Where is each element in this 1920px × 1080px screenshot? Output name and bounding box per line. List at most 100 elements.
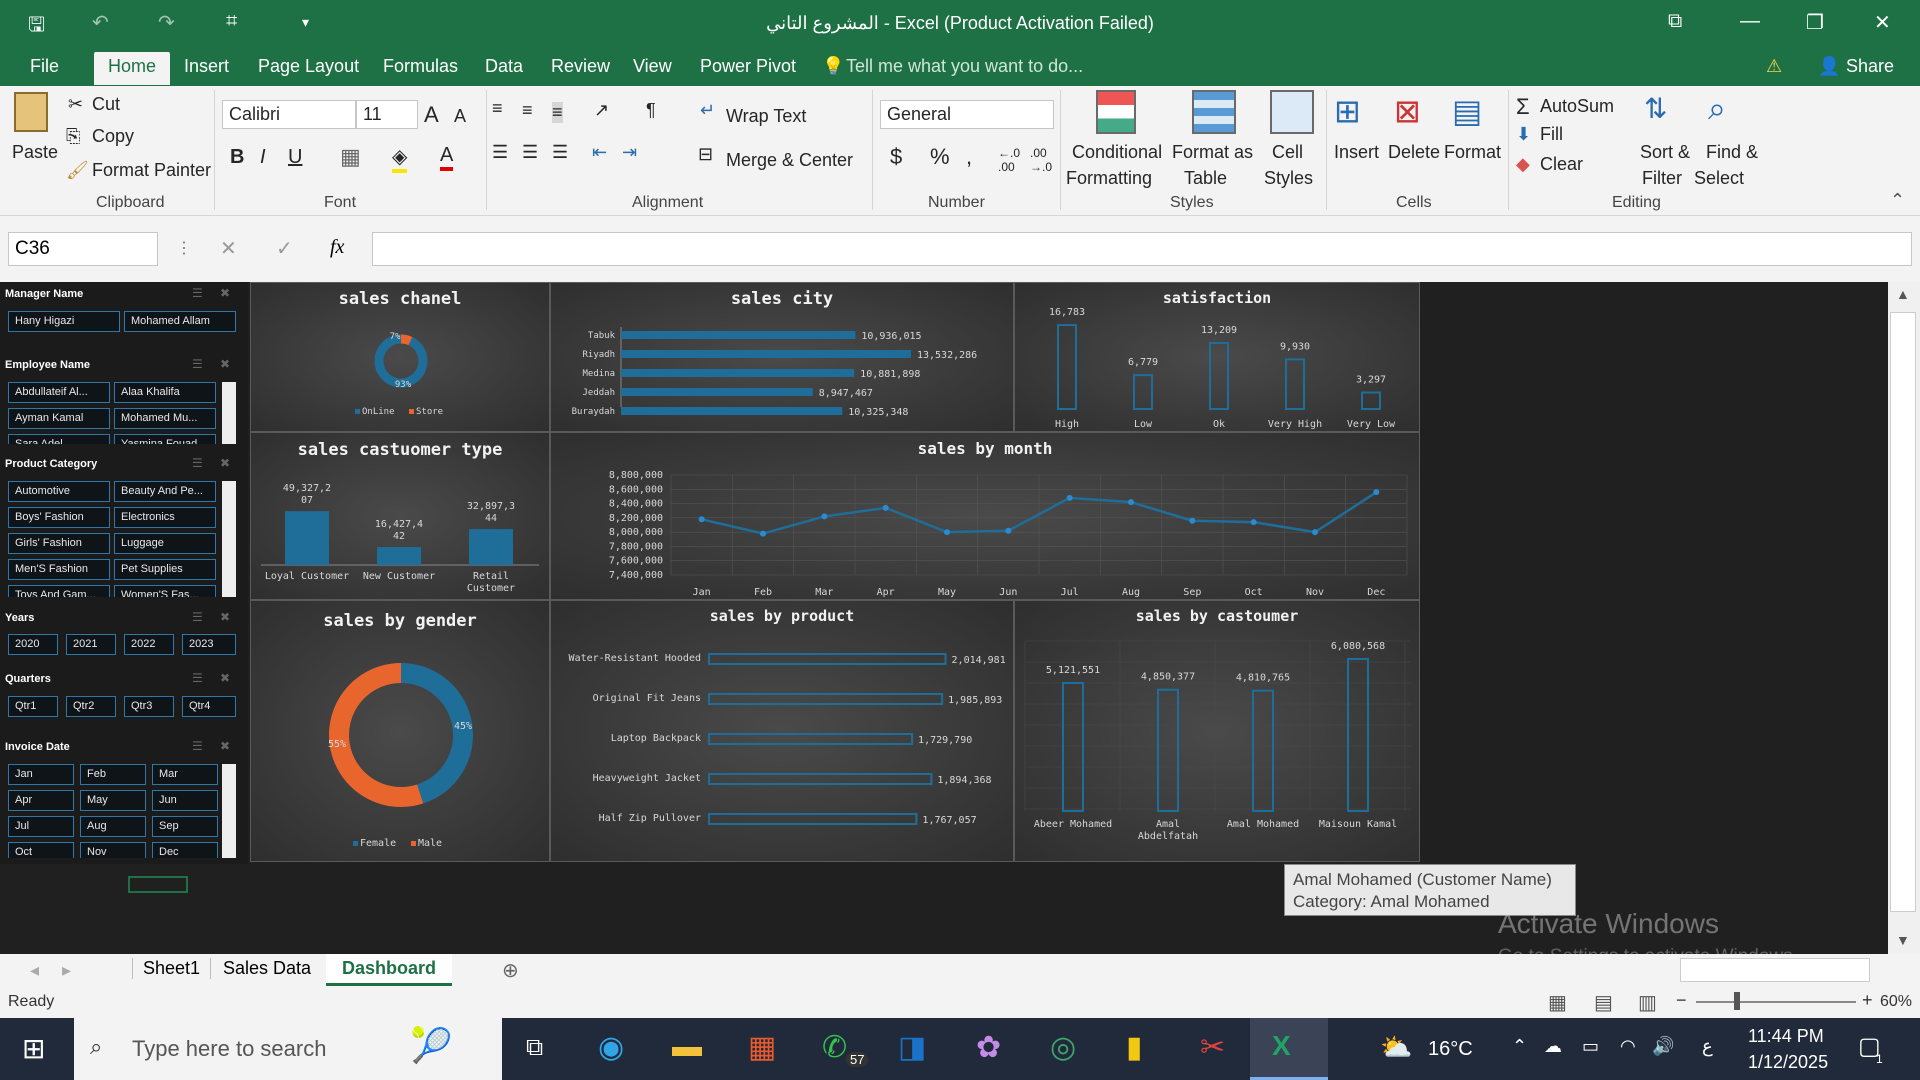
enter-icon[interactable]: ✓	[276, 236, 293, 261]
slicer-item[interactable]: Qtr1	[8, 696, 58, 717]
currency-icon[interactable]: $	[890, 144, 902, 170]
table-label[interactable]: Table	[1184, 168, 1227, 189]
filter-label[interactable]: Filter	[1642, 168, 1682, 189]
tab-dashboard[interactable]: Dashboard	[326, 954, 453, 986]
delete-button[interactable]: Delete	[1388, 142, 1440, 163]
slicer-item[interactable]: Jun	[152, 790, 218, 811]
formatting-label[interactable]: Formatting	[1066, 168, 1152, 189]
active-cell[interactable]	[128, 876, 188, 893]
temperature[interactable]: 16°C	[1428, 1038, 1473, 1061]
increase-decimal-icon[interactable]: ←.0.00	[998, 146, 1020, 174]
tab-view[interactable]: View	[633, 56, 672, 77]
vertical-scrollbar[interactable]: ▲ ▼	[1888, 282, 1920, 954]
font-color-icon[interactable]: A	[440, 144, 454, 171]
slicer-item[interactable]: Luggage	[114, 533, 216, 554]
clock-date[interactable]: 1/12/2025	[1748, 1052, 1828, 1073]
grow-font-icon[interactable]: A	[424, 102, 439, 128]
restore-icon[interactable]: ❐	[1806, 10, 1824, 35]
slicer-item[interactable]: Jul	[8, 816, 74, 837]
slicer-item[interactable]: 2022	[124, 634, 174, 655]
insert-cells-icon[interactable]: ⊞	[1334, 92, 1361, 130]
close-icon[interactable]: ✕	[1874, 10, 1891, 35]
zoom-in-icon[interactable]: +	[1862, 990, 1873, 1011]
fill-button[interactable]: Fill	[1540, 124, 1563, 145]
clear-button[interactable]: Clear	[1540, 154, 1583, 175]
slicer-item[interactable]: Girls' Fashion	[8, 533, 110, 554]
select-label[interactable]: Select	[1694, 168, 1744, 189]
tab-power-pivot[interactable]: Power Pivot	[700, 56, 796, 77]
slicer-item[interactable]: Jan	[8, 764, 74, 785]
align-middle-icon[interactable]: ≡	[522, 100, 533, 121]
sort-filter-icon[interactable]: ⇅	[1644, 92, 1667, 125]
cell-styles-icon[interactable]	[1270, 90, 1314, 134]
slicer-item[interactable]: Ayman Kamal	[8, 408, 110, 429]
zoom-slider[interactable]	[1696, 1001, 1856, 1003]
slicer-item[interactable]: Mar	[152, 764, 218, 785]
onedrive-icon[interactable]: ☁	[1544, 1036, 1562, 1057]
slicer-scrollbar[interactable]	[222, 481, 236, 597]
volume-icon[interactable]: 🔊	[1652, 1036, 1674, 1057]
slicer-item[interactable]: Apr	[8, 790, 74, 811]
file-explorer-icon[interactable]: ▬	[672, 1030, 702, 1064]
slicer-item[interactable]: 2021	[66, 634, 116, 655]
weather-icon[interactable]: ⛅	[1380, 1032, 1412, 1063]
tab-review[interactable]: Review	[551, 56, 610, 77]
tab-sales-data[interactable]: Sales Data	[210, 958, 311, 979]
slicer-item[interactable]: Men'S Fashion	[8, 559, 110, 580]
clear-filter-icon[interactable]: ✖	[220, 286, 230, 300]
clear-filter-icon[interactable]: ✖	[220, 610, 230, 624]
tab-home[interactable]: Home	[94, 52, 171, 85]
tell-me-input[interactable]: Tell me what you want to do...	[846, 56, 1083, 77]
fill-color-icon[interactable]: ◈	[392, 144, 408, 173]
orientation-icon[interactable]: ↗	[594, 100, 609, 121]
scroll-down-icon[interactable]: ▼	[1896, 932, 1910, 948]
copilot-icon[interactable]: ✿	[976, 1030, 1001, 1065]
prev-sheet-icon[interactable]: ◂	[30, 960, 39, 981]
clear-icon[interactable]: ◆	[1516, 154, 1530, 175]
taskbar-search[interactable]: ⌕ Type here to search 🎾	[74, 1018, 502, 1080]
slicer-scrollbar[interactable]	[222, 764, 236, 858]
conditional-button[interactable]: Conditional	[1072, 142, 1162, 163]
power-bi-icon[interactable]: ▮	[1126, 1030, 1143, 1065]
number-format-select[interactable]: General	[880, 100, 1054, 129]
wrap-text-button[interactable]: Wrap Text	[726, 106, 806, 127]
formula-input[interactable]	[372, 232, 1912, 266]
cut-icon[interactable]: ✂	[68, 94, 83, 115]
fill-icon[interactable]: ⬇	[1516, 124, 1531, 145]
show-hidden-icons[interactable]: ⌃	[1512, 1036, 1527, 1057]
comma-icon[interactable]: ,	[966, 144, 972, 170]
align-top-icon[interactable]: ≡	[492, 98, 503, 119]
next-sheet-icon[interactable]: ▸	[62, 960, 71, 981]
slicer-item[interactable]: Qtr4	[182, 696, 236, 717]
multi-select-icon[interactable]: ☰	[192, 610, 203, 624]
slicer-item[interactable]: Beauty And Pe...	[114, 481, 216, 502]
language-indicator[interactable]: ع	[1702, 1036, 1713, 1057]
slicer-item[interactable]: Alaa Khalifa	[114, 382, 216, 403]
cell-button[interactable]: Cell	[1272, 142, 1303, 163]
insert-function-button[interactable]: fx	[330, 236, 344, 259]
increase-indent-icon[interactable]: ⇥	[622, 142, 637, 163]
outlook-icon[interactable]: ◨	[898, 1030, 926, 1065]
scroll-thumb[interactable]	[1890, 312, 1916, 912]
slicer-item[interactable]: Oct	[8, 842, 74, 858]
tab-data[interactable]: Data	[485, 56, 523, 77]
paste-button[interactable]: Paste	[12, 142, 58, 163]
clear-filter-icon[interactable]: ✖	[220, 671, 230, 685]
autosum-icon[interactable]: Σ	[1516, 94, 1530, 120]
slicer-item[interactable]: 2020	[8, 634, 58, 655]
slicer-item[interactable]: Aug	[80, 816, 146, 837]
format-as-table-icon[interactable]	[1192, 90, 1236, 134]
slicer-item[interactable]: May	[80, 790, 146, 811]
slicer-item[interactable]: Mohamed Allam	[124, 311, 236, 332]
format-button[interactable]: Format	[1444, 142, 1501, 163]
tab-insert[interactable]: Insert	[184, 56, 229, 77]
multi-select-icon[interactable]: ☰	[192, 739, 203, 753]
normal-view-icon[interactable]: ▦	[1548, 990, 1567, 1015]
delete-cells-icon[interactable]: ⊠	[1394, 92, 1421, 130]
find-select-icon[interactable]: ⌕	[1708, 90, 1726, 128]
slicer-item[interactable]: Dec	[152, 842, 218, 858]
slicer-item[interactable]: Qtr3	[124, 696, 174, 717]
tab-page-layout[interactable]: Page Layout	[258, 56, 359, 77]
slicer-item[interactable]: Feb	[80, 764, 146, 785]
format-as-button[interactable]: Format as	[1172, 142, 1253, 163]
